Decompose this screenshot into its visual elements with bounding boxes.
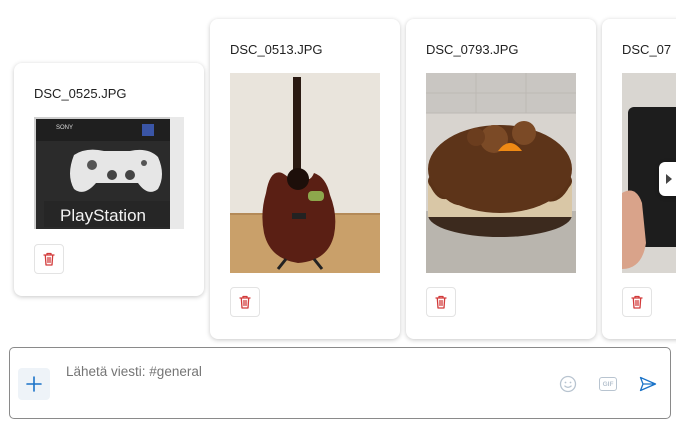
attachment-card: DSC_0793.JPG xyxy=(406,19,596,339)
send-icon xyxy=(639,376,657,392)
attachment-thumbnail[interactable] xyxy=(426,73,576,273)
delete-attachment-button[interactable] xyxy=(34,244,64,274)
message-composer: GIF xyxy=(9,347,671,419)
gif-label: GIF xyxy=(602,380,614,388)
emoji-button[interactable] xyxy=(552,368,584,400)
scroll-right-button[interactable] xyxy=(659,162,676,196)
attachment-filename: DSC_0525.JPG xyxy=(34,86,127,101)
attachment-thumbnail[interactable] xyxy=(230,73,380,273)
delete-attachment-button[interactable] xyxy=(622,287,652,317)
box-title-text: PlayStation xyxy=(60,206,146,225)
attachment-strip: DSC_0525.JPG SONY PlayStation DSC_0513.J… xyxy=(0,0,676,344)
attachment-card: DSC_0513.JPG xyxy=(210,19,400,339)
trash-icon xyxy=(435,295,447,309)
message-input[interactable] xyxy=(66,364,466,379)
attachment-filename: DSC_0793.JPG xyxy=(426,42,519,57)
add-attachment-button[interactable] xyxy=(18,368,50,400)
box-brand-text: SONY xyxy=(56,125,73,131)
trash-icon xyxy=(43,252,55,266)
attachment-filename: DSC_0513.JPG xyxy=(230,42,323,57)
smiley-icon xyxy=(559,375,577,393)
delete-attachment-button[interactable] xyxy=(230,287,260,317)
plus-icon xyxy=(26,376,42,392)
send-button[interactable] xyxy=(632,368,664,400)
attachment-card: DSC_0525.JPG SONY PlayStation xyxy=(14,63,204,296)
chevron-right-icon xyxy=(666,174,672,184)
attachment-filename: DSC_07 xyxy=(622,42,672,57)
attachment-thumbnail[interactable]: SONY PlayStation xyxy=(34,117,184,229)
delete-attachment-button[interactable] xyxy=(426,287,456,317)
trash-icon xyxy=(239,295,251,309)
gif-button[interactable]: GIF xyxy=(592,368,624,400)
trash-icon xyxy=(631,295,643,309)
gif-icon: GIF xyxy=(599,377,617,391)
